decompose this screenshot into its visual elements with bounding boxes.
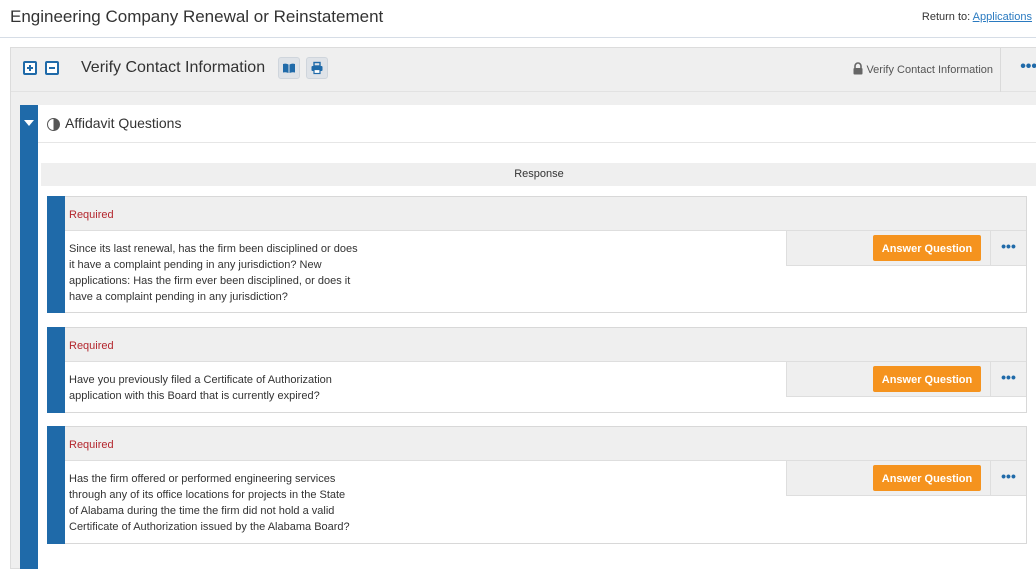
section-toggle-bar[interactable] [20,105,38,569]
lock-status: Verify Contact Information [852,62,993,76]
question-text: Has the firm offered or performed engine… [69,471,359,535]
question-accent-bar [47,327,65,413]
answer-question-button[interactable]: Answer Question [873,366,981,392]
lock-status-label: Verify Contact Information [866,64,993,76]
header-divider [1000,48,1001,92]
question-line: Certificate of Authorization issued by t… [69,521,350,533]
question-line: application with this Board that is curr… [69,390,320,402]
question-line: Since its last renewal, has the firm bee… [69,243,358,255]
page-header: Engineering Company Renewal or Reinstate… [0,0,1036,38]
answer-question-button[interactable]: Answer Question [873,235,981,261]
return-to: Return to: Applications [922,11,1032,23]
question-more-dots-icon[interactable]: ••• [991,362,1026,397]
question-line: through any of its office locations for … [69,489,346,501]
affidavit-title: Affidavit Questions [65,115,182,131]
panel-header: Verify Contact Information Verify Contac… [11,48,1036,92]
printer-icon[interactable] [306,57,328,79]
question-accent-bar [47,196,65,313]
question-card: Required Since its last renewal, has the… [47,196,1027,313]
verify-contact-panel: Verify Contact Information Verify Contac… [10,47,1036,569]
question-line: Has the firm offered or performed engine… [69,473,336,485]
question-line: Have you previously filed a Certificate … [69,374,332,386]
applications-link[interactable]: Applications [973,11,1032,23]
question-line: it have a complaint pending in any juris… [69,259,322,271]
question-line: of Alabama during the time the firm did … [69,505,335,517]
response-cell: Answer Question [786,461,991,496]
page-title: Engineering Company Renewal or Reinstate… [10,7,384,26]
response-cell: Answer Question [786,231,991,266]
caret-down-icon[interactable] [24,120,34,126]
required-label: Required [65,197,1026,231]
section-more-dots-icon[interactable]: ••• [1020,58,1036,76]
question-accent-bar [47,426,65,544]
half-circle-icon [47,118,60,131]
return-to-label: Return to: [921,11,971,23]
question-text: Since its last renewal, has the firm bee… [69,241,359,305]
book-icon[interactable] [278,57,300,79]
minus-square-icon[interactable] [45,61,59,75]
response-cell: Answer Question [786,362,991,397]
required-label: Required [65,328,1026,362]
question-card: Required Have you previously filed a Cer… [47,327,1027,413]
plus-square-icon[interactable] [23,61,37,75]
response-column-header: Response [41,163,1036,186]
question-more-dots-icon[interactable]: ••• [991,461,1026,496]
question-line: applications: Has the firm ever been dis… [69,275,351,287]
section-title: Verify Contact Information [81,59,266,76]
affidavit-section: Affidavit Questions Response Required Si… [20,105,1036,569]
question-text: Have you previously filed a Certificate … [69,372,359,404]
lock-icon [853,62,863,75]
question-card: Required Has the firm offered or perform… [47,426,1027,544]
affidavit-header: Affidavit Questions [38,105,1036,143]
question-line: have a complaint pending in any jurisdic… [69,291,288,303]
answer-question-button[interactable]: Answer Question [873,465,981,491]
question-more-dots-icon[interactable]: ••• [991,231,1026,266]
required-label: Required [65,427,1026,461]
